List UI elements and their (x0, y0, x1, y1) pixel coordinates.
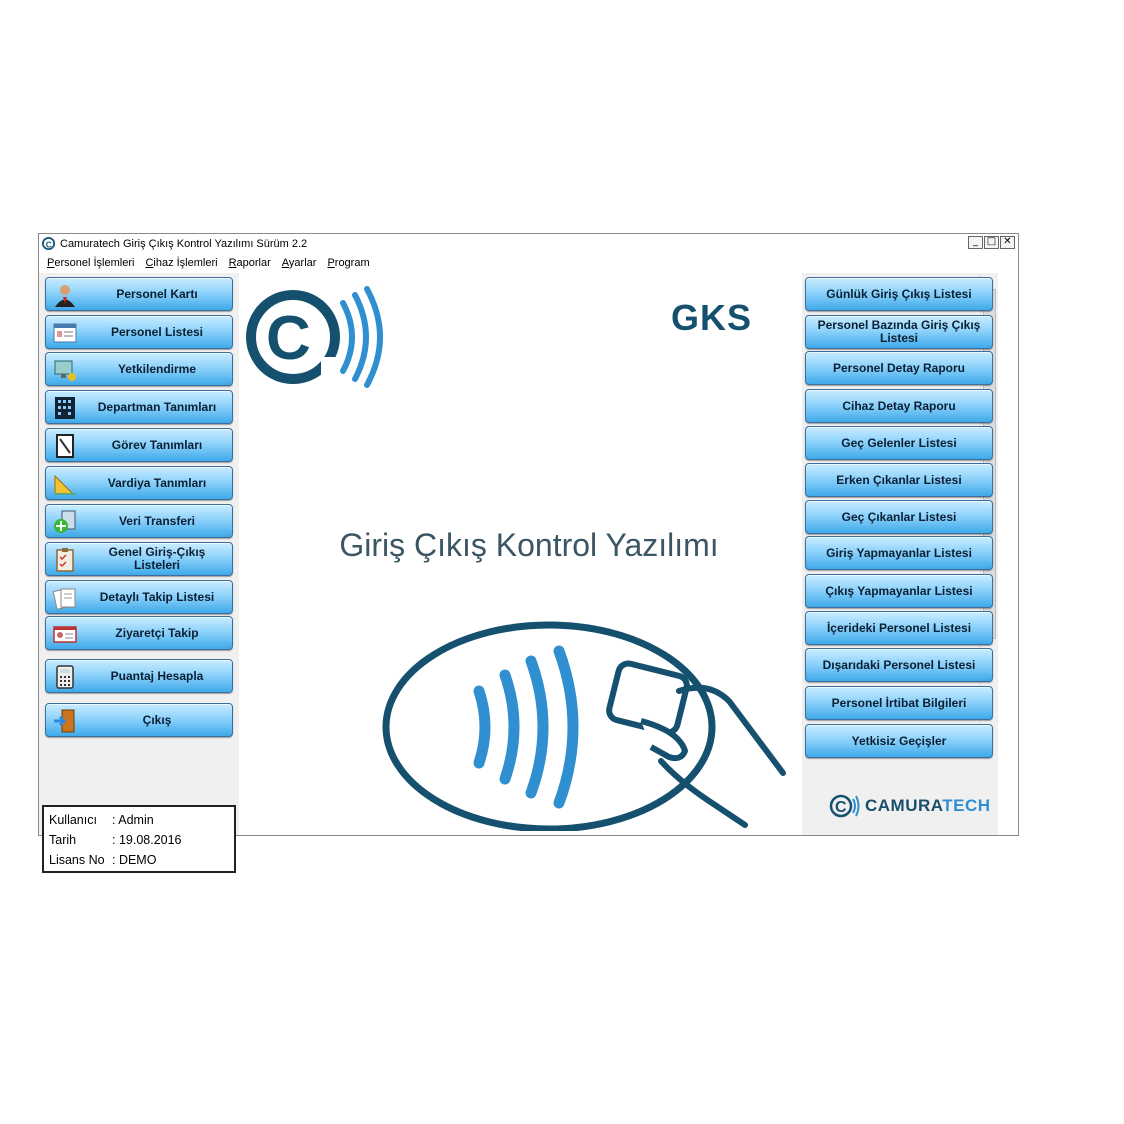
exit-door-icon (54, 709, 75, 733)
camuratech-logo-icon: C (246, 286, 383, 391)
main-title: Giriş Çıkış Kontrol Yazılımı (339, 527, 719, 563)
erken-cikanlar-listesi-button[interactable]: Erken Çıkanlar Listesi (805, 463, 993, 497)
disaridaki-personel-listesi-button[interactable]: Dışarıdaki Personel Listesi (805, 648, 993, 682)
ziyaretci-takip-label: Ziyaretçi Takip (115, 625, 199, 640)
gec-cikanlar-listesi-button[interactable]: Geç Çıkanlar Listesi (805, 500, 993, 534)
personel-irtibat-bilgileri-button[interactable]: Personel İrtibat Bilgileri (805, 686, 993, 720)
menu-cihaz-islemleri[interactable]: Cihaz İşlemleri (145, 257, 217, 269)
left-button-panel: Personel Kartı Personel Listesi Yetkilen… (39, 273, 239, 873)
departman-tanimlari-button[interactable]: Departman Tanımları (45, 390, 233, 424)
personel-detay-raporu-button[interactable]: Personel Detay Raporu (805, 351, 993, 385)
ruler-icon (54, 474, 76, 495)
gec-gelenler-listesi-button[interactable]: Geç Gelenler Listesi (805, 426, 993, 460)
gorev-tanimlari-button[interactable]: Görev Tanımları (45, 428, 233, 462)
veri-transferi-button[interactable]: Veri Transferi (45, 504, 233, 538)
license-value: : DEMO (112, 853, 157, 867)
personel-karti-label: Personel Kartı (116, 286, 198, 301)
id-card-icon (53, 626, 77, 643)
app-window: C Camuratech Giriş Çıkış Kontrol Yazılım… (38, 233, 1019, 873)
minimize-button[interactable]: _ (968, 236, 983, 249)
key-computer-icon (54, 360, 76, 381)
menu-bar: Personel İşlemleri Cihaz İşlemleri Rapor… (39, 253, 1018, 273)
veri-transferi-label: Veri Transferi (118, 513, 196, 528)
checklist-icon (56, 548, 74, 572)
maximize-button[interactable]: □ (984, 236, 999, 249)
personel-listesi-button[interactable]: Personel Listesi (45, 315, 233, 349)
calculator-icon (56, 665, 74, 689)
detayli-takip-listesi-label: Detaylı Takip Listesi (99, 589, 215, 604)
svg-text:C: C (266, 304, 311, 373)
transfer-icon (54, 510, 76, 533)
session-info-box: Kullanıcı : Admin Tarih : 19.08.2016 Lisan… (42, 805, 236, 873)
gorev-tanimlari-label: Görev Tanımları (111, 437, 203, 452)
list-icon (53, 323, 77, 343)
user-label: Kullanıcı (49, 813, 97, 827)
menu-raporlar[interactable]: Raporlar (229, 257, 271, 269)
title-bar: C Camuratech Giriş Çıkış Kontrol Yazılım… (39, 234, 1018, 253)
documents-icon (52, 588, 76, 610)
building-icon (55, 397, 75, 419)
camuratech-small-logo-icon: C (829, 794, 860, 818)
cikis-label: Çıkış (142, 712, 172, 727)
vardiya-tanimlari-button[interactable]: Vardiya Tanımları (45, 466, 233, 500)
genel-giris-cikis-listeleri-button[interactable]: Genel Giriş-Çıkış Listeleri (45, 542, 233, 576)
departman-tanimlari-label: Departman Tanımları (97, 399, 217, 414)
yetkilendirme-button[interactable]: Yetkilendirme (45, 352, 233, 386)
contactless-card-icon (382, 621, 786, 831)
genel-giris-cikis-listeleri-label: Genel Giriş-Çıkış Listeleri (108, 545, 206, 572)
icerideki-personel-listesi-button[interactable]: İçerideki Personel Listesi (805, 611, 993, 645)
vardiya-tanimlari-label: Vardiya Tanımları (107, 475, 207, 490)
clipboard-icon (56, 434, 74, 458)
brand-part2: TECH (942, 796, 991, 815)
menu-personel-islemleri[interactable]: Personel İşlemleri (47, 257, 134, 269)
user-value: : Admin (112, 813, 154, 827)
cikis-button[interactable]: Çıkış (45, 703, 233, 737)
cihaz-detay-raporu-button[interactable]: Cihaz Detay Raporu (805, 389, 993, 423)
date-label: Tarih (49, 833, 77, 847)
person-icon (55, 285, 75, 307)
cikis-yapmayanlar-listesi-button[interactable]: Çıkış Yapmayanlar Listesi (805, 574, 993, 608)
puantaj-hesapla-button[interactable]: Puantaj Hesapla (45, 659, 233, 693)
personel-karti-button[interactable]: Personel Kartı (45, 277, 233, 311)
puantaj-hesapla-label: Puantaj Hesapla (110, 668, 204, 683)
svg-text:C: C (835, 799, 847, 816)
camuratech-app-icon: C (42, 236, 56, 251)
gunluk-giris-cikis-listesi-button[interactable]: Günlük Giriş Çıkış Listesi (805, 277, 993, 311)
gks-heading: GKS (671, 297, 753, 338)
ziyaretci-takip-button[interactable]: Ziyaretçi Takip (45, 616, 233, 650)
personel-bazinda-giris-cikis-listesi-button[interactable]: Personel Bazında Giriş Çıkış Listesi (805, 315, 993, 349)
date-value: : 19.08.2016 (112, 833, 182, 847)
giris-yapmayanlar-listesi-button[interactable]: Giriş Yapmayanlar Listesi (805, 536, 993, 570)
yetkisiz-gecisler-button[interactable]: Yetkisiz Geçişler (805, 724, 993, 758)
svg-text:C: C (46, 239, 52, 249)
camuratech-brand: C CAMURATECH (829, 793, 991, 819)
menu-ayarlar[interactable]: Ayarlar (282, 257, 317, 269)
license-label: Lisans No (49, 853, 105, 867)
detayli-takip-listesi-button[interactable]: Detaylı Takip Listesi (45, 580, 233, 614)
yetkilendirme-label: Yetkilendirme (117, 361, 197, 376)
close-button[interactable]: ✕ (1000, 236, 1015, 249)
menu-program[interactable]: Program (327, 257, 369, 269)
personel-listesi-label: Personel Listesi (110, 324, 204, 339)
brand-part1: CAMURA (865, 796, 943, 815)
window-title: Camuratech Giriş Çıkış Kontrol Yazılımı … (60, 237, 308, 250)
main-client-area: Personel Kartı Personel Listesi Yetkilen… (39, 273, 1018, 873)
